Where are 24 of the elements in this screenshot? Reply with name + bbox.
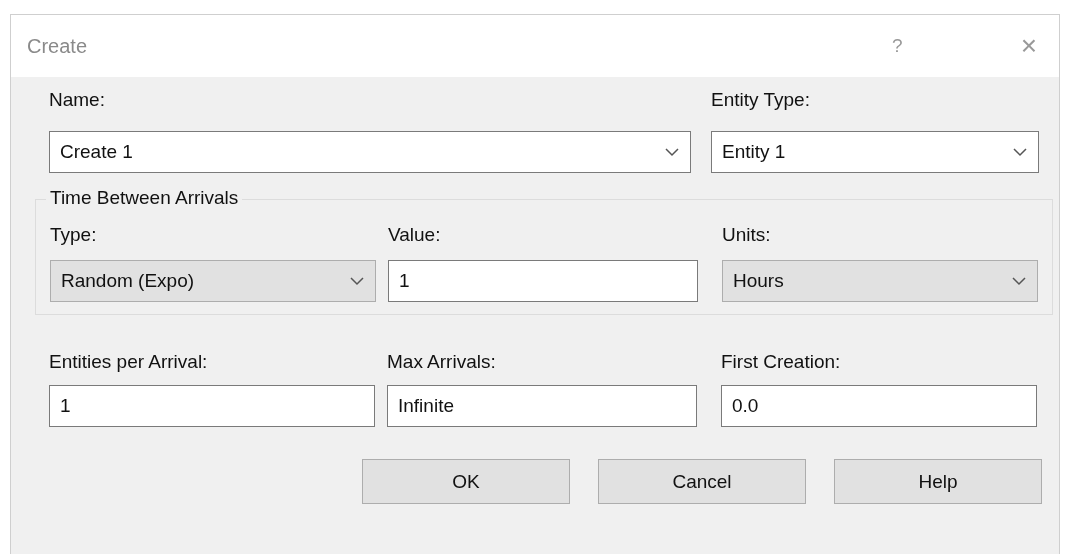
field-label: Entities per Arrival: bbox=[49, 351, 209, 374]
text-field[interactable]: 1 bbox=[388, 260, 698, 302]
text-field[interactable]: 0.0 bbox=[721, 385, 1037, 427]
chevron-down-icon bbox=[349, 276, 365, 286]
field-label: Value: bbox=[388, 224, 442, 247]
field-label: Entity Type: bbox=[711, 89, 811, 112]
field-label: Name: bbox=[49, 89, 106, 112]
text-field[interactable]: 1 bbox=[49, 385, 375, 427]
field-label: First Creation: bbox=[721, 351, 842, 374]
text-field[interactable]: Infinite bbox=[387, 385, 697, 427]
field-label: Max Arrivals: bbox=[387, 351, 497, 374]
dialog-button[interactable]: Cancel bbox=[598, 459, 806, 504]
window-title: Create bbox=[27, 34, 89, 58]
field-label: Type: bbox=[50, 224, 98, 247]
chevron-down-icon bbox=[1012, 147, 1028, 157]
field-label: Units: bbox=[722, 224, 772, 247]
combo-box[interactable]: Create 1 bbox=[49, 131, 691, 173]
dropdown[interactable]: Random (Expo) bbox=[50, 260, 376, 302]
chevron-down-icon bbox=[664, 147, 680, 157]
dialog-button[interactable]: Help bbox=[834, 459, 1042, 504]
dropdown[interactable]: Hours bbox=[722, 260, 1038, 302]
combo-box[interactable]: Entity 1 bbox=[711, 131, 1039, 173]
chevron-down-icon bbox=[1011, 276, 1027, 286]
dialog-button[interactable]: OK bbox=[362, 459, 570, 504]
